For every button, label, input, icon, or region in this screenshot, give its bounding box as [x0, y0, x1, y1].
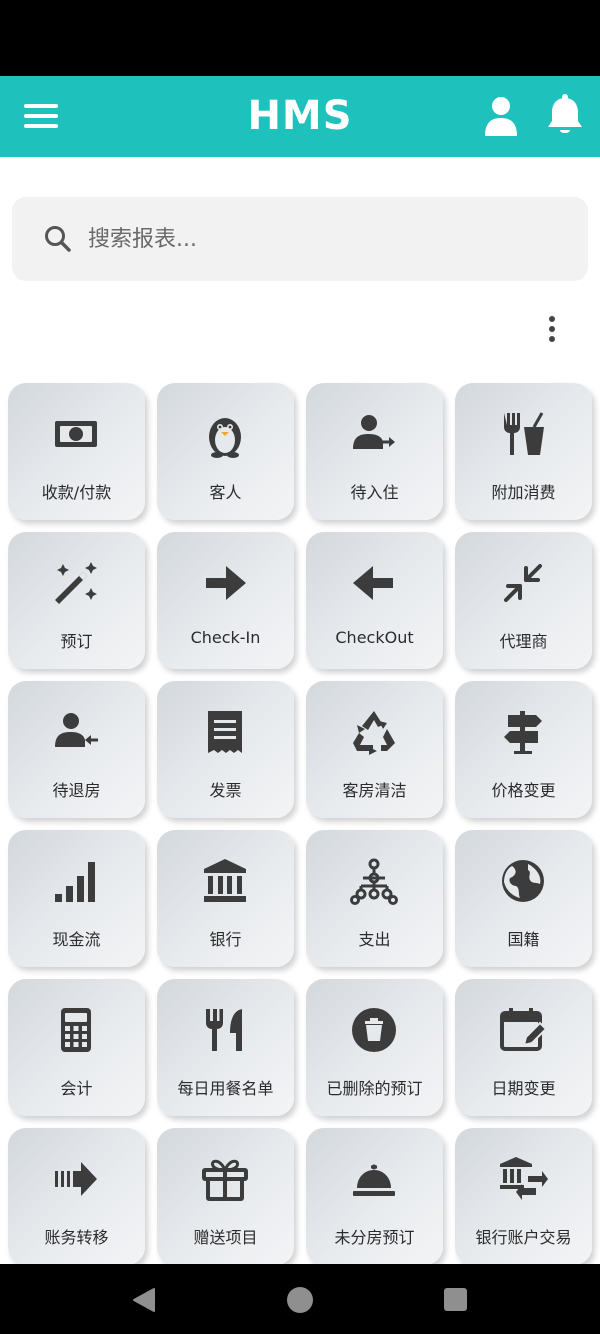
- gift-icon: [200, 1154, 250, 1204]
- report-tile-label: 银行: [209, 930, 242, 949]
- trash-circle-icon: [349, 1005, 399, 1055]
- report-tile-label: 账务转移: [44, 1228, 109, 1247]
- report-tile-label: Check-In: [190, 628, 261, 647]
- report-tile[interactable]: 银行账户交易: [455, 1128, 592, 1265]
- app-title: HMS: [247, 93, 353, 139]
- report-tile[interactable]: 待入住: [306, 383, 443, 520]
- report-tile[interactable]: 价格变更: [455, 681, 592, 818]
- search-input[interactable]: [88, 215, 558, 263]
- search-bar[interactable]: [12, 197, 588, 281]
- report-tile-label: 待入住: [350, 483, 399, 502]
- status-bar: [0, 0, 600, 76]
- globe-icon: [498, 856, 548, 906]
- report-tile[interactable]: 每日用餐名单: [157, 979, 294, 1116]
- system-nav-bar: [0, 1264, 600, 1334]
- report-tile[interactable]: Check-In: [157, 532, 294, 669]
- nav-recents-icon[interactable]: [444, 1288, 467, 1311]
- report-tile[interactable]: CheckOut: [306, 532, 443, 669]
- report-tile-label: 国籍: [507, 930, 540, 949]
- report-tile-label: 客房清洁: [342, 781, 407, 800]
- magic-wand-icon: [51, 558, 101, 608]
- report-tile-label: 预订: [60, 632, 93, 651]
- compress-arrows-icon: [498, 558, 548, 608]
- bank-icon: [200, 856, 250, 906]
- user-arrow-right-icon: [349, 409, 399, 459]
- calculator-icon: [51, 1005, 101, 1055]
- report-tile-label: 收款/付款: [41, 483, 112, 502]
- report-tile-label: 附加消费: [491, 483, 556, 502]
- signpost-icon: [498, 707, 548, 757]
- report-tile[interactable]: 发票: [157, 681, 294, 818]
- user-arrow-left-icon: [51, 707, 101, 757]
- receipt-icon: [200, 707, 250, 757]
- report-tile[interactable]: 赠送项目: [157, 1128, 294, 1265]
- menu-icon[interactable]: [22, 98, 60, 134]
- report-tile[interactable]: 收款/付款: [8, 383, 145, 520]
- user-icon[interactable]: [484, 96, 518, 136]
- report-tile[interactable]: 支出: [306, 830, 443, 967]
- report-tile[interactable]: 客房清洁: [306, 681, 443, 818]
- report-tile-label: 银行账户交易: [475, 1228, 572, 1247]
- report-tile-label: 会计: [60, 1079, 93, 1098]
- transfer-arrow-icon: [51, 1154, 101, 1204]
- report-tile-label: 未分房预订: [334, 1228, 415, 1247]
- fork-knife-icon: [200, 1005, 250, 1055]
- report-tile-label: 日期变更: [491, 1079, 556, 1098]
- utensils-drink-icon: [498, 409, 548, 459]
- report-tile[interactable]: 待退房: [8, 681, 145, 818]
- signal-bars-icon: [51, 856, 101, 906]
- report-tile[interactable]: 银行: [157, 830, 294, 967]
- report-tile-label: 客人: [209, 483, 242, 502]
- sitemap-icon: [349, 856, 399, 906]
- calendar-edit-icon: [498, 1005, 548, 1055]
- nav-home-icon[interactable]: [287, 1287, 313, 1313]
- arrow-left-icon: [349, 558, 399, 608]
- bank-exchange-icon: [498, 1154, 548, 1204]
- report-tile[interactable]: 预订: [8, 532, 145, 669]
- report-tile[interactable]: 会计: [8, 979, 145, 1116]
- penguin-icon: [200, 409, 250, 459]
- report-tile-label: 支出: [358, 930, 391, 949]
- recycle-icon: [349, 707, 399, 757]
- app-bar: HMS: [0, 76, 600, 157]
- more-options-icon[interactable]: [540, 312, 564, 346]
- search-icon: [42, 223, 74, 255]
- report-tile[interactable]: 未分房预订: [306, 1128, 443, 1265]
- report-tile[interactable]: 已删除的预订: [306, 979, 443, 1116]
- report-tile-label: 现金流: [52, 930, 101, 949]
- report-tile[interactable]: 附加消费: [455, 383, 592, 520]
- nav-back-icon[interactable]: [132, 1287, 156, 1313]
- report-tile-label: CheckOut: [335, 628, 414, 647]
- report-tile-label: 已删除的预订: [326, 1079, 423, 1098]
- report-tile[interactable]: 现金流: [8, 830, 145, 967]
- report-tile-label: 待退房: [52, 781, 101, 800]
- report-tile[interactable]: 账务转移: [8, 1128, 145, 1265]
- report-tile[interactable]: 客人: [157, 383, 294, 520]
- report-tile-label: 价格变更: [491, 781, 556, 800]
- report-tile-label: 发票: [209, 781, 242, 800]
- report-tile-label: 每日用餐名单: [177, 1079, 274, 1098]
- report-tile[interactable]: 代理商: [455, 532, 592, 669]
- report-tile[interactable]: 国籍: [455, 830, 592, 967]
- bell-icon[interactable]: [546, 94, 584, 136]
- report-tile-label: 代理商: [499, 632, 548, 651]
- report-tile[interactable]: 日期变更: [455, 979, 592, 1116]
- money-bill-icon: [51, 409, 101, 459]
- concierge-bell-icon: [349, 1154, 399, 1204]
- report-tile-label: 赠送项目: [193, 1228, 258, 1247]
- arrow-right-icon: [200, 558, 250, 608]
